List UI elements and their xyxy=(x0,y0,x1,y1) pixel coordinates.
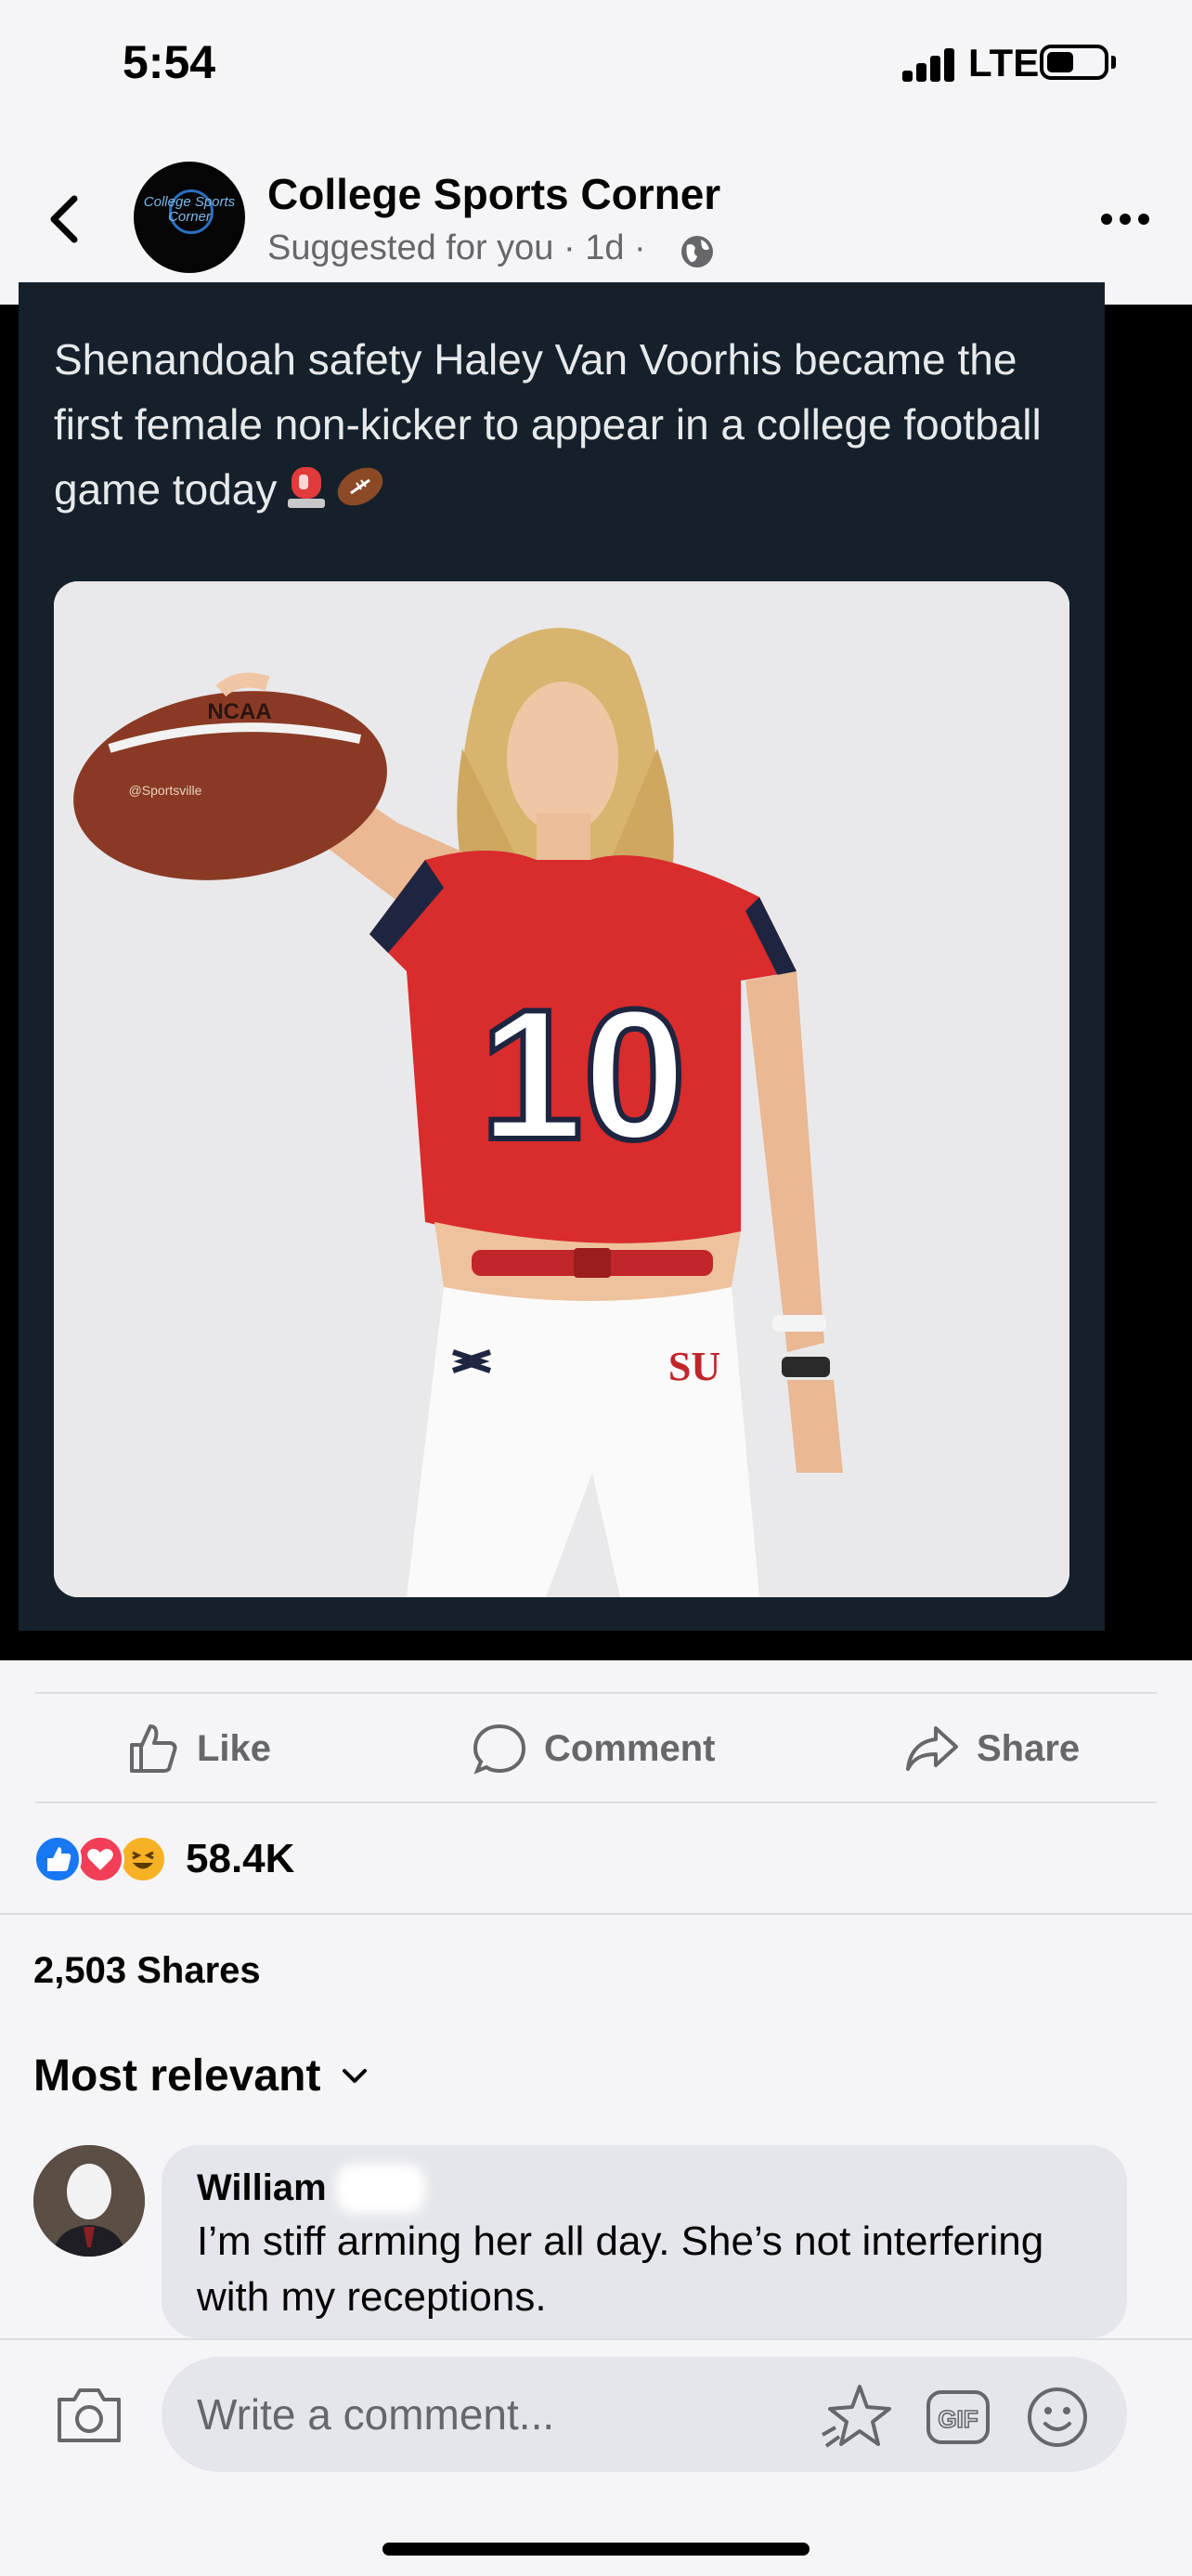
shares-count[interactable]: 2,503 Shares xyxy=(33,1950,261,1992)
signal-icon xyxy=(902,45,958,82)
ball-logo: NCAA xyxy=(207,699,271,724)
reaction-count: 58.4K xyxy=(186,1836,295,1881)
post-image[interactable]: Shenandoah safety Haley Van Voorhis beca… xyxy=(0,282,1192,1660)
battery-icon xyxy=(1040,45,1108,80)
tweet-text: Shenandoah safety Haley Van Voorhis beca… xyxy=(54,327,1084,522)
post-header: College Sports Corner College Sports Cor… xyxy=(0,139,1192,288)
network-label: LTE xyxy=(968,41,1040,85)
siren-emoji-icon xyxy=(288,467,326,508)
divider xyxy=(35,1692,1157,1694)
like-button[interactable]: Like xyxy=(124,1716,271,1781)
love-reaction-icon xyxy=(76,1835,124,1883)
divider xyxy=(35,1802,1157,1803)
player-photo: 10 SU NCAA @Sportsville xyxy=(54,581,1069,1597)
like-label: Like xyxy=(197,1727,272,1769)
chevron-down-icon xyxy=(343,2068,368,2083)
more-options-icon[interactable] xyxy=(1099,210,1151,228)
action-bar: Like Comment Share xyxy=(0,1696,1192,1800)
player-illustration: 10 SU NCAA @Sportsville xyxy=(54,581,1069,1597)
pants-logo: SU xyxy=(668,1344,720,1389)
camera-icon[interactable] xyxy=(54,2385,124,2446)
jersey-number: 10 xyxy=(480,971,686,1178)
comment-sort-dropdown[interactable]: Most relevant xyxy=(33,2050,369,2101)
emoji-icon[interactable] xyxy=(1025,2385,1090,2450)
redacted-name xyxy=(336,2164,425,2214)
comment-bubble-icon xyxy=(473,1724,526,1775)
status-time: 5:54 xyxy=(123,36,216,88)
globe-icon xyxy=(681,236,713,267)
status-bar: 5:54 LTE xyxy=(0,0,1192,130)
sticker-icon[interactable] xyxy=(819,2383,893,2450)
comment-composer: GIF xyxy=(0,2338,1192,2576)
football-emoji-icon xyxy=(338,467,383,506)
page-name[interactable]: College Sports Corner xyxy=(267,169,720,219)
ball-brand: @Sportsville xyxy=(129,783,202,798)
share-label: Share xyxy=(977,1727,1081,1769)
comment-author[interactable]: William xyxy=(197,2167,327,2209)
commenter-avatar[interactable] xyxy=(33,2145,145,2257)
gif-icon[interactable]: GIF xyxy=(925,2387,991,2448)
comment-label: Comment xyxy=(544,1727,716,1769)
like-reaction-icon xyxy=(33,1835,82,1883)
share-arrow-icon xyxy=(906,1726,958,1771)
tweet-card: Shenandoah safety Haley Van Voorhis beca… xyxy=(19,282,1105,1631)
sort-label: Most relevant xyxy=(33,2051,321,2101)
page-avatar[interactable]: College Sports Corner xyxy=(134,162,245,273)
tweet-text-body: Shenandoah safety Haley Van Voorhis beca… xyxy=(54,335,1042,514)
divider xyxy=(0,1913,1192,1915)
back-icon[interactable] xyxy=(46,193,84,245)
haha-reaction-icon xyxy=(119,1835,167,1883)
comment-bubble[interactable]: William I’m stiff arming her all day. Sh… xyxy=(162,2145,1127,2338)
reactions-summary[interactable]: 58.4K xyxy=(33,1833,294,1885)
svg-text:GIF: GIF xyxy=(938,2405,978,2433)
battery-cap xyxy=(1111,56,1116,69)
thumbs-up-icon xyxy=(130,1724,177,1773)
share-button[interactable]: Share xyxy=(904,1716,1080,1781)
comment-text: I’m stiff arming her all day. She’s not … xyxy=(197,2218,1044,2320)
avatar-logo-text: College Sports Corner xyxy=(143,194,236,225)
comment-button[interactable]: Comment xyxy=(472,1716,715,1781)
home-indicator[interactable] xyxy=(382,2543,810,2556)
post-meta: Suggested for you · 1d · xyxy=(267,228,646,267)
